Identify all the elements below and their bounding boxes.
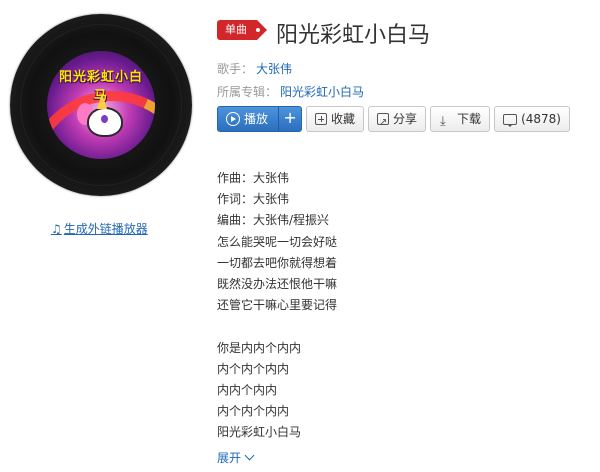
unicorn-eye [101, 115, 108, 123]
album-disc: 阳光彩虹小白马 [10, 14, 192, 196]
single-badge: 单曲 [217, 20, 267, 40]
share-icon [377, 111, 390, 135]
play-icon [226, 112, 240, 126]
album-row: 所属专辑： 阳光彩虹小白马 [217, 83, 364, 100]
download-icon [439, 110, 453, 134]
album-cover: 阳光彩虹小白马 [47, 51, 155, 159]
song-title: 阳光彩虹小白马 [276, 23, 431, 48]
share-label: 分享 [393, 112, 418, 126]
singer-link[interactable]: 大张伟 [256, 62, 292, 76]
unicorn-horn [97, 93, 107, 109]
collect-label: 收藏 [331, 112, 356, 126]
comment-icon [503, 113, 518, 127]
action-toolbar: 播放 + 收藏 分享 下载 (4878) [217, 106, 570, 135]
comment-button[interactable]: (4878) [494, 106, 570, 132]
play-button[interactable]: 播放 [218, 107, 278, 131]
lyric-line: 作曲：大张伟 [217, 171, 290, 185]
play-button-group: 播放 + [217, 106, 303, 132]
album-label: 所属专辑： [217, 85, 278, 99]
lyric-line: 作词：大张伟 [217, 192, 290, 207]
lyric-line: 既然没办法还恨他干嘛 [217, 276, 338, 291]
singer-label: 歌手： [217, 62, 254, 76]
download-button[interactable]: 下载 [430, 106, 491, 134]
chevron-down-icon [244, 450, 255, 461]
album-link[interactable]: 阳光彩虹小白马 [280, 85, 364, 99]
lyric-line: 内个内个内内 [217, 361, 290, 376]
lyric-line: 怎么能哭呢一切会好哒 [217, 234, 338, 249]
singer-row: 歌手： 大张伟 [217, 60, 292, 77]
lyric-line: 编曲：大张伟/程振兴 [217, 213, 330, 228]
lyrics: 作曲：大张伟 作词：大张伟 编曲：大张伟/程振兴 怎么能哭呢一切会好哒 一切都去… [217, 168, 337, 443]
share-button[interactable]: 分享 [368, 106, 427, 135]
single-badge-label: 单曲 [225, 23, 247, 36]
add-to-playlist-button[interactable]: + [278, 107, 301, 131]
lyric-line: 内个内个内内 [217, 404, 290, 419]
generate-player-link-label: 生成外链播放器 [63, 222, 148, 236]
lyric-line: 阳光彩虹小白马 [217, 425, 302, 440]
collect-button[interactable]: 收藏 [306, 106, 365, 132]
download-label: 下载 [457, 112, 482, 126]
lyric-line: 一切都去吧你就得想着 [217, 255, 338, 270]
lyric-stanza-gap [217, 316, 337, 337]
lyric-line: 内内个内内 [217, 382, 278, 397]
badge-dot [256, 28, 260, 32]
expand-label: 展开 [217, 451, 242, 465]
collect-icon [315, 113, 328, 125]
comment-count: (4878) [521, 112, 561, 126]
lyric-line: 还管它干嘛心里要记得 [217, 298, 338, 313]
generate-player-link[interactable]: ♫ 生成外链播放器 [51, 220, 148, 237]
lyric-line: 你是内内个内内 [217, 340, 302, 355]
music-note-icon: ♫ [51, 221, 62, 236]
expand-lyrics-link[interactable]: 展开 [217, 449, 255, 466]
play-label: 播放 [244, 112, 269, 126]
